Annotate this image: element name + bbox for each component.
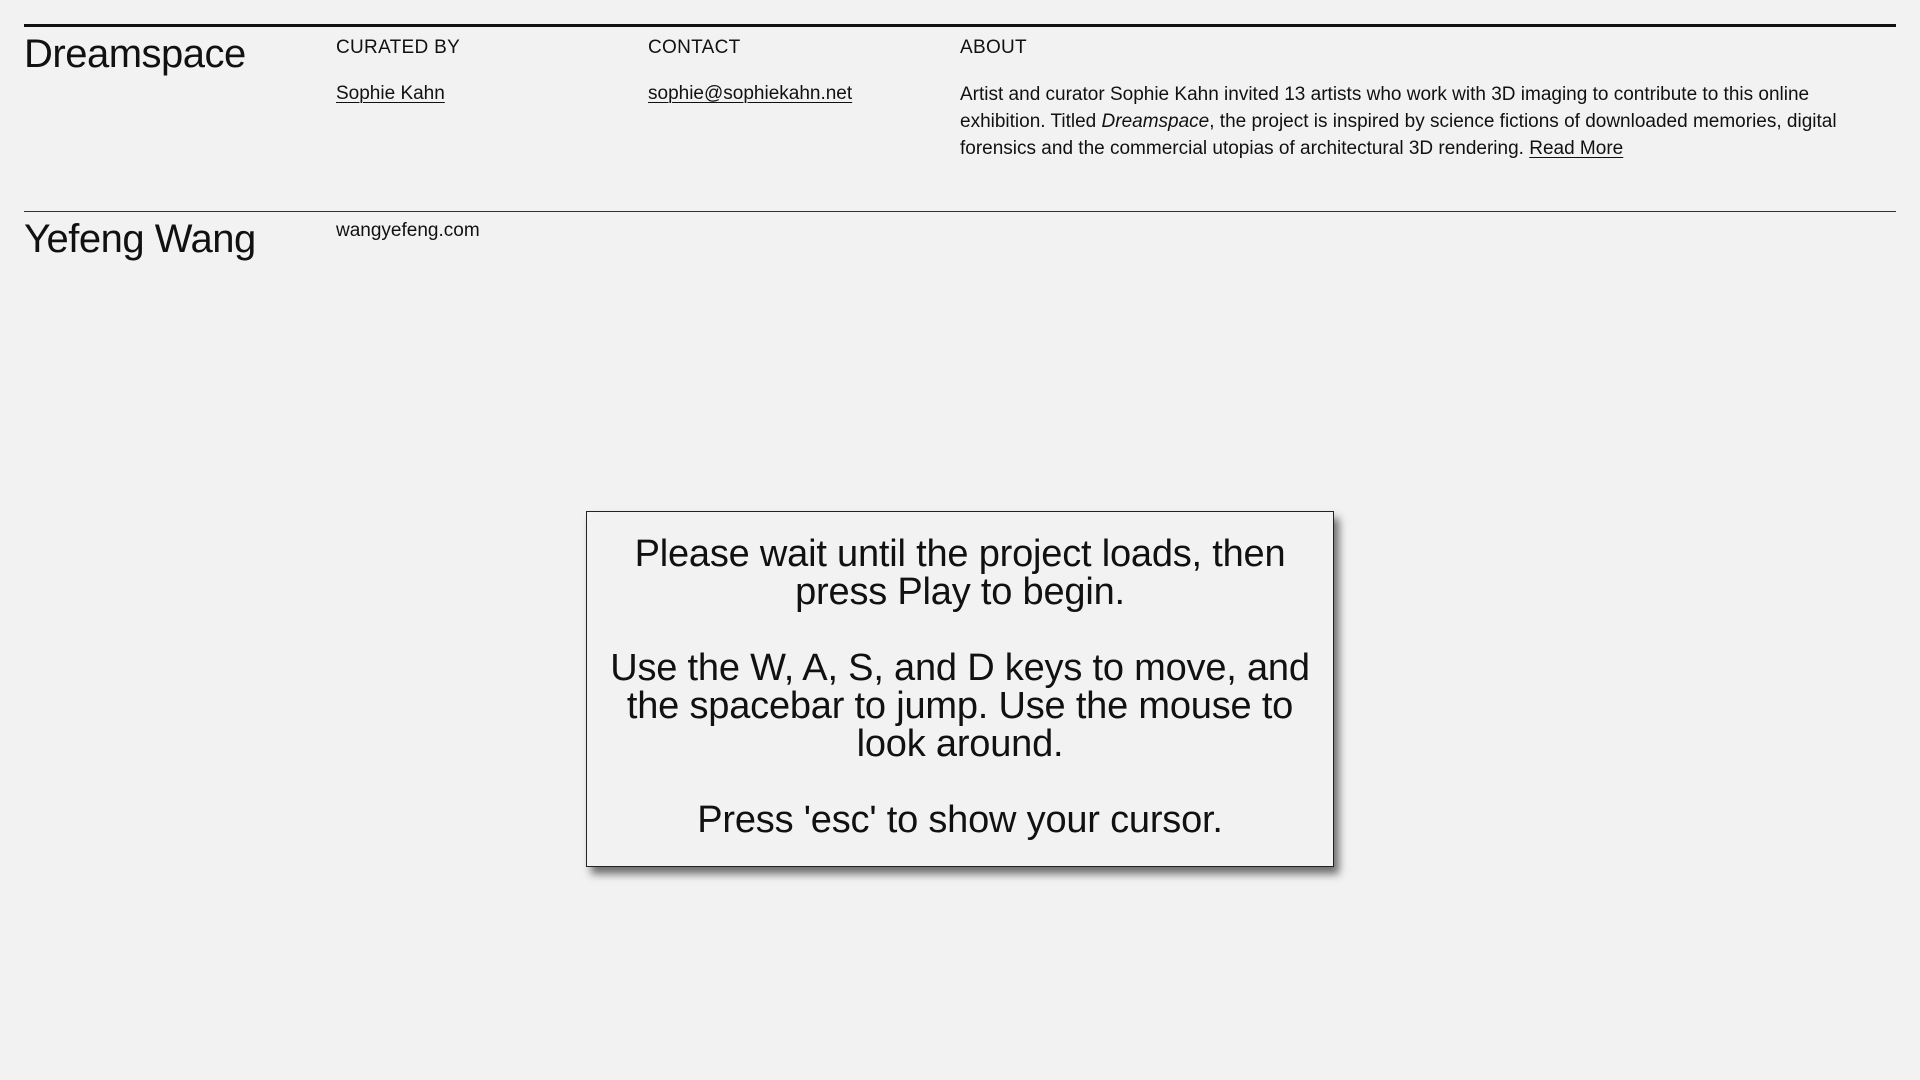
contact-email-link[interactable]: sophie@sophiekahn.net [648,83,852,104]
about-heading: ABOUT [960,37,1027,58]
escape-instruction: Press 'esc' to show your cursor. [697,799,1223,841]
instructions-modal[interactable]: Please wait until the project loads, the… [586,511,1334,867]
top-divider [24,24,1896,27]
curator-column: Sophie Kahn [336,82,445,106]
read-more-link[interactable]: Read More [1529,138,1623,159]
loading-instruction: Please wait until the project loads, the… [634,533,1286,613]
artist-name: Yefeng Wang [24,217,256,261]
artist-website-link[interactable]: wangyefeng.com [336,219,480,243]
curator-link[interactable]: Sophie Kahn [336,83,445,104]
curated-by-heading: CURATED BY [336,37,461,58]
contact-heading: CONTACT [648,37,741,58]
site-title: Dreamspace [24,32,246,76]
controls-instruction: Use the W, A, S, and D keys to move, and… [610,647,1310,765]
section-divider [24,211,1896,212]
page: Dreamspace CURATED BY Sophie Kahn CONTAC… [0,0,1920,1080]
about-text-title: Dreamspace [1101,111,1210,132]
about-text: Artist and curator Sophie Kahn invited 1… [960,81,1880,162]
contact-column: sophie@sophiekahn.net [648,82,852,106]
